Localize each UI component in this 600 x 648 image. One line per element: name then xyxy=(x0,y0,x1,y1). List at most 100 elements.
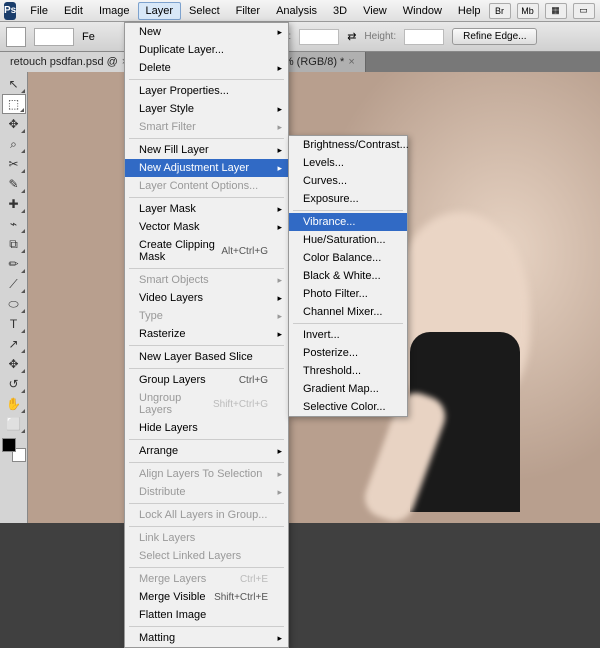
adj-item-7[interactable]: Color Balance... xyxy=(289,249,407,267)
tool-16[interactable]: ✋ xyxy=(2,394,26,414)
swap-icon[interactable]: ⇄ xyxy=(347,30,356,43)
menu-item-label: Vibrance... xyxy=(303,216,355,228)
menu-filter[interactable]: Filter xyxy=(228,2,268,20)
tool-5[interactable]: ✎ xyxy=(2,174,26,194)
menu-analysis[interactable]: Analysis xyxy=(268,2,325,20)
refine-edge-button[interactable]: Refine Edge... xyxy=(452,28,537,45)
layer-item-41[interactable]: Matting xyxy=(125,629,288,647)
layer-item-4[interactable]: Layer Properties... xyxy=(125,82,288,100)
tool-15[interactable]: ↺ xyxy=(2,374,26,394)
tool-7[interactable]: ⌁ xyxy=(2,214,26,234)
adj-item-10[interactable]: Channel Mixer... xyxy=(289,303,407,321)
height-label: Height: xyxy=(364,31,396,42)
menu-3d[interactable]: 3D xyxy=(325,2,355,20)
menu-item-label: Lock All Layers in Group... xyxy=(139,509,267,521)
layer-item-39[interactable]: Flatten Image xyxy=(125,606,288,624)
view-extras-icon[interactable]: ▦ xyxy=(545,3,567,19)
menu-item-label: Smart Filter xyxy=(139,121,196,133)
adj-item-3[interactable]: Exposure... xyxy=(289,190,407,208)
width-input[interactable] xyxy=(299,29,339,45)
adj-item-16[interactable]: Selective Color... xyxy=(289,398,407,416)
tool-8[interactable]: ⧉ xyxy=(2,234,26,254)
tool-3[interactable]: ⌕ xyxy=(2,134,26,154)
close-icon[interactable]: × xyxy=(348,56,354,68)
tab-document-1[interactable]: retouch psdfan.psd @× xyxy=(0,52,139,72)
menu-file[interactable]: File xyxy=(22,2,56,20)
layer-item-21[interactable]: New Layer Based Slice xyxy=(125,348,288,366)
tool-9[interactable]: ✏ xyxy=(2,254,26,274)
separator xyxy=(129,526,284,527)
shortcut: Shift+Ctrl+G xyxy=(213,399,268,410)
color-swatches[interactable] xyxy=(2,438,26,462)
layer-item-13[interactable]: Vector Mask xyxy=(125,218,288,236)
new-adjustment-submenu: Brightness/Contrast...Levels... Curves...… xyxy=(288,135,408,417)
separator xyxy=(129,138,284,139)
layer-item-8[interactable]: New Fill Layer xyxy=(125,141,288,159)
layer-item-29: Align Layers To Selection xyxy=(125,465,288,483)
tool-1[interactable]: ⬚ xyxy=(2,94,26,114)
menu-image[interactable]: Image xyxy=(91,2,138,20)
tool-6[interactable]: ✚ xyxy=(2,194,26,214)
menu-window[interactable]: Window xyxy=(395,2,450,20)
adj-item-0[interactable]: Brightness/Contrast... xyxy=(289,136,407,154)
layer-item-5[interactable]: Layer Style xyxy=(125,100,288,118)
layer-item-25[interactable]: Hide Layers xyxy=(125,419,288,437)
layer-item-14[interactable]: Create Clipping MaskAlt+Ctrl+G xyxy=(125,236,288,266)
menu-item-label: Hide Layers xyxy=(139,422,198,434)
screen-mode-icon[interactable]: ▭ xyxy=(573,3,595,19)
adj-item-13[interactable]: Posterize... xyxy=(289,344,407,362)
menu-item-label: Delete xyxy=(139,62,171,74)
separator xyxy=(129,503,284,504)
adj-item-2[interactable]: Curves... xyxy=(289,172,407,190)
menu-item-label: Selective Color... xyxy=(303,401,386,413)
adj-item-15[interactable]: Gradient Map... xyxy=(289,380,407,398)
tool-0[interactable]: ↖ xyxy=(2,74,26,94)
adj-item-5[interactable]: Vibrance... xyxy=(289,213,407,231)
menu-help[interactable]: Help xyxy=(450,2,489,20)
tool-12[interactable]: T xyxy=(2,314,26,334)
adj-item-1[interactable]: Levels... xyxy=(289,154,407,172)
layer-item-2[interactable]: Delete xyxy=(125,59,288,77)
adj-item-14[interactable]: Threshold... xyxy=(289,362,407,380)
launch-bridge-icon[interactable]: Br xyxy=(489,3,511,19)
menu-view[interactable]: View xyxy=(355,2,395,20)
adj-item-12[interactable]: Invert... xyxy=(289,326,407,344)
layer-item-27[interactable]: Arrange xyxy=(125,442,288,460)
layer-item-23[interactable]: Group LayersCtrl+G xyxy=(125,371,288,389)
tool-13[interactable]: ↗ xyxy=(2,334,26,354)
layer-item-9[interactable]: New Adjustment Layer xyxy=(125,159,288,177)
layer-item-18: Type xyxy=(125,307,288,325)
mini-bridge-icon[interactable]: Mb xyxy=(517,3,539,19)
layer-item-0[interactable]: New xyxy=(125,23,288,41)
layer-item-19[interactable]: Rasterize xyxy=(125,325,288,343)
height-input[interactable] xyxy=(404,29,444,45)
selection-mode[interactable] xyxy=(34,28,74,46)
layer-item-38[interactable]: Merge VisibleShift+Ctrl+E xyxy=(125,588,288,606)
layer-item-17[interactable]: Video Layers xyxy=(125,289,288,307)
menu-item-label: Channel Mixer... xyxy=(303,306,382,318)
layer-item-1[interactable]: Duplicate Layer... xyxy=(125,41,288,59)
menu-item-label: Invert... xyxy=(303,329,340,341)
tool-17[interactable]: ⬜ xyxy=(2,414,26,434)
tool-11[interactable]: ⬭ xyxy=(2,294,26,314)
menu-item-label: New Adjustment Layer xyxy=(139,162,249,174)
tool-4[interactable]: ✂ xyxy=(2,154,26,174)
layer-menu-dropdown: NewDuplicate Layer... Delete Layer Propert… xyxy=(124,22,289,648)
adj-item-6[interactable]: Hue/Saturation... xyxy=(289,231,407,249)
tool-preset-icon[interactable] xyxy=(6,27,26,47)
menu-item-label: Create Clipping Mask xyxy=(139,239,221,263)
menu-select[interactable]: Select xyxy=(181,2,228,20)
menu-item-label: Layer Style xyxy=(139,103,194,115)
tool-2[interactable]: ✥ xyxy=(2,114,26,134)
adj-item-8[interactable]: Black & White... xyxy=(289,267,407,285)
menu-layer[interactable]: Layer xyxy=(138,2,182,20)
separator xyxy=(129,197,284,198)
foreground-color[interactable] xyxy=(2,438,16,452)
tool-14[interactable]: ✥ xyxy=(2,354,26,374)
menu-item-label: Curves... xyxy=(303,175,347,187)
menu-edit[interactable]: Edit xyxy=(56,2,91,20)
tool-10[interactable]: ⟋ xyxy=(2,274,26,294)
separator xyxy=(129,268,284,269)
adj-item-9[interactable]: Photo Filter... xyxy=(289,285,407,303)
layer-item-12[interactable]: Layer Mask xyxy=(125,200,288,218)
